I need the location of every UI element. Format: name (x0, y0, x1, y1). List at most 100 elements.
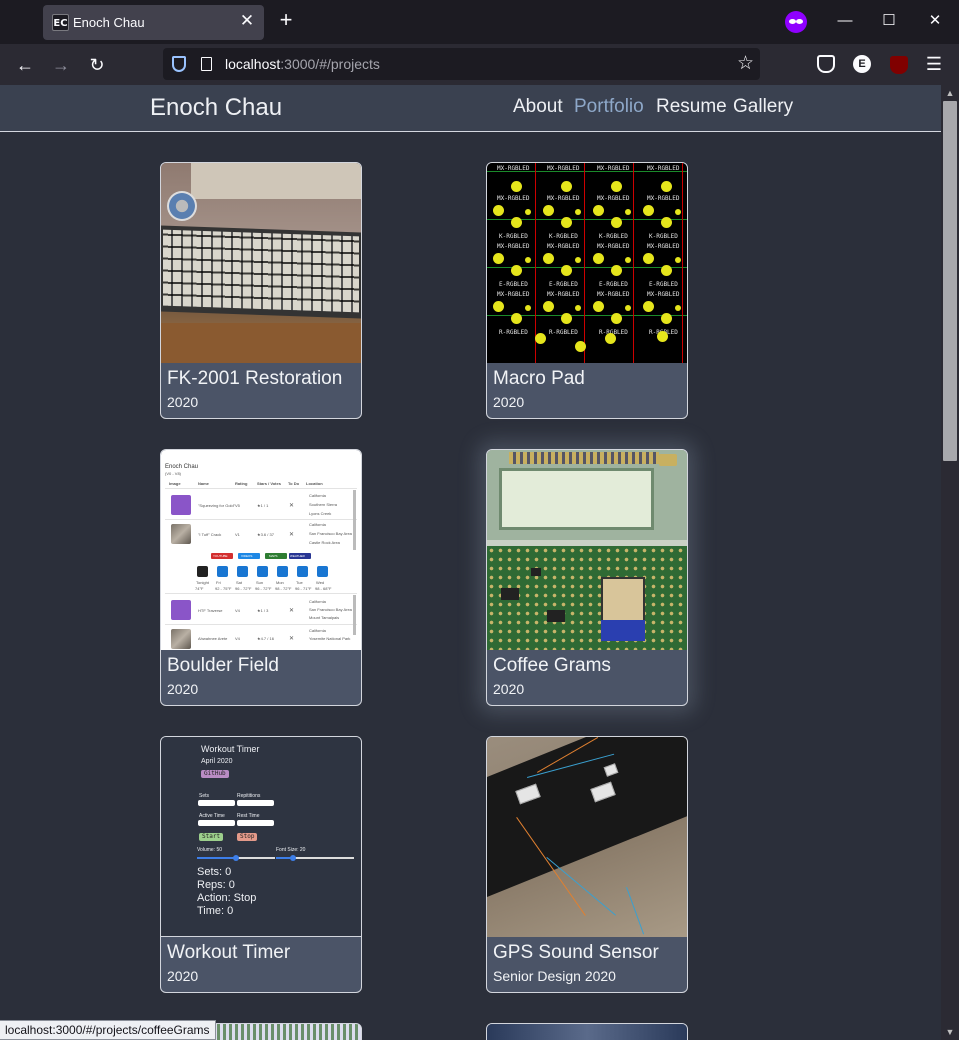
project-card-macro-pad[interactable]: MX-RGBLED MX-RGBLED MX-RGBLED MX-RGBLED MX-R… (486, 162, 688, 419)
private-browsing-icon (785, 11, 807, 33)
project-card-fk2001[interactable]: FK-2001 Restoration 2020 (160, 162, 362, 419)
nav-portfolio[interactable]: Portfolio (574, 96, 644, 118)
pcb-pad (611, 265, 622, 276)
thumb-reps-label: Repititions (237, 793, 261, 799)
favicon-icon: EC (52, 14, 69, 31)
close-window-button[interactable]: ✕ (926, 12, 944, 30)
ublock-icon[interactable] (890, 56, 908, 74)
thumb-solder-spool (167, 191, 197, 221)
pcb-pad (511, 217, 522, 228)
pcb-pad (561, 181, 572, 192)
thumb-start-button: Start (199, 833, 224, 841)
tab-title: Enoch Chau (73, 15, 145, 30)
forward-arrow-icon[interactable]: → (49, 53, 73, 77)
thumb-row-todo: ✕ (289, 503, 295, 509)
pcb-switch-label: MX-RGBLED (647, 165, 680, 172)
project-title: Coffee Grams (493, 655, 611, 676)
thumb-col-location: Location (306, 481, 323, 486)
nav-about[interactable]: About (513, 96, 563, 118)
thumb-weather-day: Tonight (196, 580, 209, 585)
thumb-col-todo: To Do (288, 481, 300, 486)
project-thumbnail: Workout Timer April 2020 GitHub Sets Rep… (161, 737, 361, 937)
browser-tab[interactable]: EC Enoch Chau ✕ (43, 5, 264, 40)
pcb-pad (675, 209, 681, 215)
thumb-weather-temp: 96 - 72°F (235, 586, 252, 591)
pcb-switch-label: MX-RGBLED (547, 291, 580, 298)
pcb-pad (605, 333, 616, 344)
thumb-button-label: VIDEOS (241, 554, 253, 558)
hamburger-menu-icon[interactable]: ☰ (925, 55, 943, 73)
pcb-switch-label: MX-RGBLED (497, 165, 530, 172)
project-card-workout-timer[interactable]: Workout Timer April 2020 GitHub Sets Rep… (160, 736, 362, 993)
scrollbar-thumb[interactable] (943, 101, 957, 461)
pcb-pad (561, 217, 572, 228)
thumb-videos-button: VIDEOS (238, 553, 260, 559)
thumb-partial-image (211, 1024, 361, 1040)
pcb-pad (575, 209, 581, 215)
pcb-led-label: E-RGBLED (549, 281, 578, 288)
thumb-status-action: Action: Stop (197, 892, 257, 904)
thumb-divider (165, 519, 357, 520)
close-tab-icon[interactable]: ✕ (238, 12, 256, 30)
scroll-down-icon[interactable]: ▼ (945, 1026, 955, 1038)
thumb-date: April 2020 (201, 758, 233, 765)
new-tab-button[interactable]: + (276, 9, 296, 31)
star-icon[interactable]: ☆ (737, 52, 754, 76)
project-card-partial[interactable] (486, 1023, 688, 1040)
thumb-col-stars: Stars / Votes (257, 481, 281, 486)
thumb-header-pins (509, 452, 659, 464)
pcb-switch-label: MX-RGBLED (547, 243, 580, 250)
url-text[interactable]: localhost:3000/#/projects (225, 56, 380, 72)
thumb-volume-fill (197, 857, 236, 859)
thumb-weather-icon (237, 566, 248, 577)
pocket-icon[interactable] (817, 55, 835, 73)
pcb-pad (661, 313, 672, 324)
pcb-led-label: E-RGBLED (599, 281, 628, 288)
thumb-image-placeholder (171, 495, 191, 515)
project-title: FK-2001 Restoration (167, 368, 343, 389)
thumb-weather-temp: 96 - 71°F (295, 586, 312, 591)
thumb-row-rating: V4 (235, 636, 240, 641)
thumb-fontsize-knob (290, 855, 296, 861)
thumb-volume-label: Volume: 50 (197, 847, 223, 853)
shield-icon[interactable] (172, 56, 186, 72)
pcb-switch-label: MX-RGBLED (597, 195, 630, 202)
site-brand[interactable]: Enoch Chau (150, 94, 282, 122)
pcb-switch-label: MX-RGBLED (647, 243, 680, 250)
thumb-weather-icon (217, 566, 228, 577)
page-icon[interactable] (201, 57, 212, 71)
pcb-pad (575, 341, 586, 352)
url-host: localhost (225, 56, 281, 72)
pcb-switch-label: MX-RGBLED (647, 195, 680, 202)
reload-icon[interactable]: ↻ (85, 53, 109, 77)
pcb-pad (543, 205, 554, 216)
pcb-pad (661, 265, 672, 276)
thumb-row-location: Lyons Creek (309, 511, 332, 516)
nav-resume[interactable]: Resume (656, 96, 727, 118)
project-card-boulder-field[interactable]: Enoch Chau (V0 - V8) Image Name Rating S… (160, 449, 362, 706)
thumb-scrollbar (353, 490, 356, 550)
pcb-pad (643, 301, 654, 312)
minimize-button[interactable]: — (836, 12, 854, 30)
project-card-coffee-grams[interactable]: Coffee Grams 2020 (486, 449, 688, 706)
pcb-pad (611, 181, 622, 192)
page-scrollbar[interactable]: ▲ ▼ (941, 85, 959, 1040)
pcb-switch-label: MX-RGBLED (547, 195, 580, 202)
thumb-sets-label: Sets (199, 793, 210, 799)
pcb-switch-label: MX-RGBLED (497, 195, 530, 202)
back-arrow-icon[interactable]: ← (13, 53, 37, 77)
thumb-rock-photo (171, 524, 191, 544)
pcb-pad (561, 265, 572, 276)
thumb-weather-icon (317, 566, 328, 577)
maximize-button[interactable]: ☐ (880, 12, 898, 30)
thumb-active-label: Active Time (199, 813, 225, 819)
url-bar[interactable]: localhost:3000/#/projects ☆ (163, 48, 760, 80)
nav-gallery[interactable]: Gallery (733, 96, 793, 118)
scroll-up-icon[interactable]: ▲ (945, 87, 955, 99)
thumb-weather-day: Fri (216, 580, 221, 585)
thumb-wire (546, 857, 616, 916)
thumb-row-stars: ★1 / 1 (257, 503, 269, 508)
account-icon[interactable]: E (853, 55, 871, 73)
project-card-gps-sound-sensor[interactable]: GPS Sound Sensor Senior Design 2020 (486, 736, 688, 993)
thumb-weather-icon (297, 566, 308, 577)
